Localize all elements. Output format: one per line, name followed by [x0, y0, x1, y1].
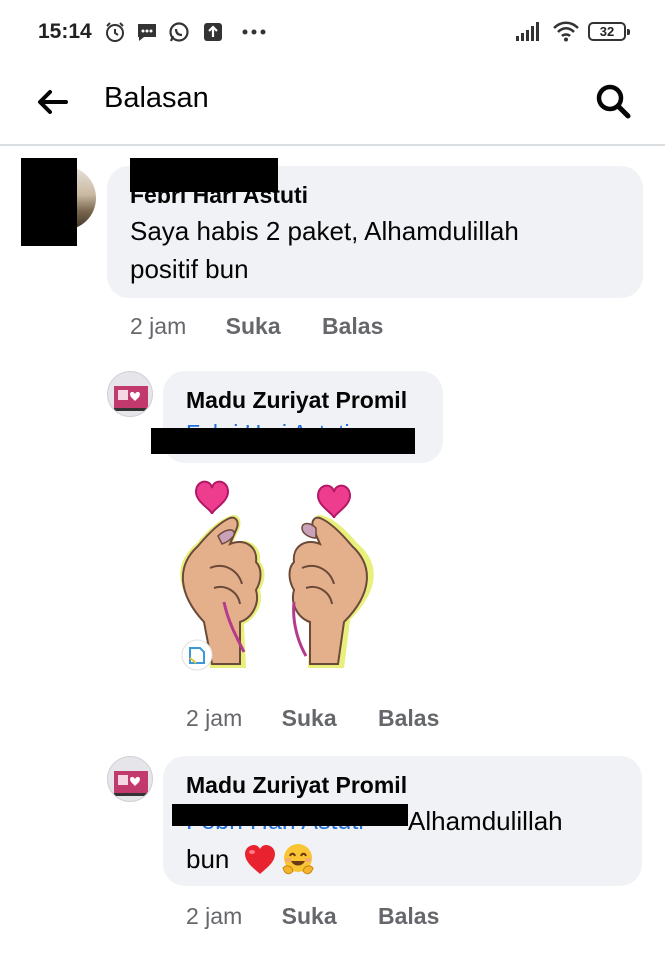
search-icon — [596, 84, 631, 119]
comment-text: bun — [186, 844, 230, 874]
redaction-block — [21, 158, 77, 246]
comment-time[interactable]: 2 jam — [186, 705, 242, 731]
search-button[interactable] — [588, 78, 638, 124]
message-icon — [134, 19, 160, 45]
like-button[interactable]: Suka — [282, 705, 337, 731]
reply-button[interactable]: Balas — [322, 313, 383, 339]
redaction-block — [172, 804, 408, 826]
status-bar: 15:14 32 — [0, 0, 665, 64]
redaction-block — [130, 158, 278, 192]
status-time: 15:14 — [38, 20, 92, 43]
battery-icon: 32 — [588, 22, 630, 41]
comment-time[interactable]: 2 jam — [186, 903, 242, 929]
like-button[interactable]: Suka — [282, 903, 337, 929]
comment-time[interactable]: 2 jam — [130, 313, 186, 339]
signal-icon — [515, 20, 543, 47]
comment-text: Saya habis 2 paket, Alhamdulillah — [130, 216, 519, 246]
page-avatar[interactable] — [107, 756, 153, 802]
wifi-icon — [552, 20, 580, 47]
comment-text: Alhamdulillah — [408, 806, 563, 836]
like-button[interactable]: Suka — [226, 313, 281, 339]
app-bar: Balasan — [0, 64, 665, 146]
comment-meta: 2 jam Suka Balas — [130, 313, 383, 340]
upload-icon — [200, 19, 226, 45]
whatsapp-icon — [166, 19, 192, 45]
alarm-icon — [102, 19, 128, 45]
heart-emoji-icon — [242, 842, 278, 878]
right-hand — [288, 484, 374, 668]
comment-meta: 2 jam Suka Balas — [186, 705, 439, 732]
more-dots-icon — [240, 19, 268, 45]
back-arrow-icon — [38, 90, 68, 114]
comment-text: positif bun — [130, 254, 249, 284]
left-hand — [180, 480, 265, 668]
heart-finger-sticker[interactable] — [166, 472, 388, 682]
page-avatar[interactable] — [107, 371, 153, 417]
hugging-face-emoji-icon — [280, 842, 316, 878]
page-title: Balasan — [104, 82, 209, 114]
reply-button[interactable]: Balas — [378, 705, 439, 731]
redaction-block — [151, 428, 415, 454]
comment-author[interactable]: Madu Zuriyat Promil — [186, 772, 407, 799]
reply-button[interactable]: Balas — [378, 903, 439, 929]
comment-meta: 2 jam Suka Balas — [186, 903, 439, 930]
comment-author[interactable]: Madu Zuriyat Promil — [186, 387, 407, 414]
back-button[interactable] — [30, 82, 74, 122]
